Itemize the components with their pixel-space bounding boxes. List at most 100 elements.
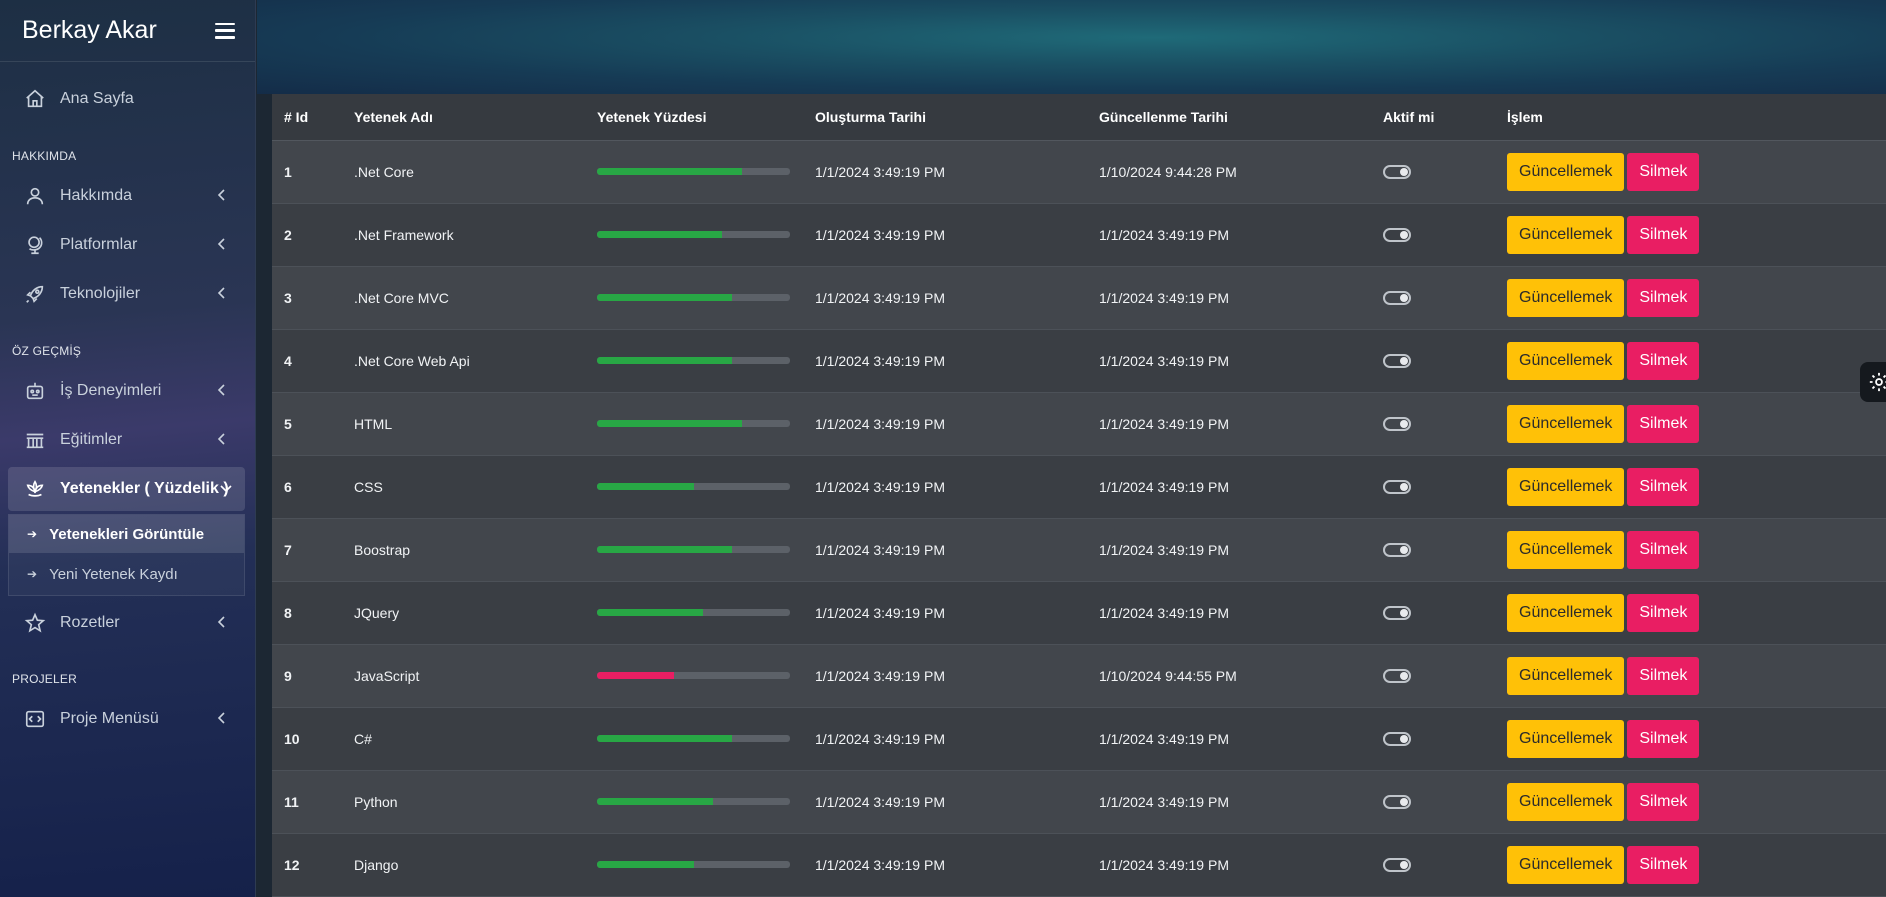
cell-created: 1/1/2024 3:49:19 PM — [815, 415, 945, 432]
delete-button[interactable]: Silmek — [1627, 845, 1700, 884]
cell-percent — [597, 455, 815, 518]
sidebar-item-about[interactable]: Hakkımda — [8, 174, 245, 218]
sidebar-item-platforms[interactable]: Platformlar — [8, 223, 245, 267]
active-toggle[interactable] — [1383, 857, 1411, 872]
section-title-projects: PROJELER — [12, 672, 77, 686]
delete-button[interactable]: Silmek — [1627, 467, 1700, 506]
cell-created: 1/1/2024 3:49:19 PM — [815, 856, 945, 873]
delete-button[interactable]: Silmek — [1627, 719, 1700, 758]
sidebar-item-experience[interactable]: İş Deneyimleri — [8, 369, 245, 413]
cell-action: Güncellemek Silmek — [1507, 707, 1886, 770]
sidebar-item-technologies[interactable]: Teknolojiler — [8, 272, 245, 316]
sidebar-item-project-menu[interactable]: Proje Menüsü — [8, 697, 245, 741]
column-header-percent[interactable]: Yetenek Yüzdesi — [597, 94, 815, 141]
update-button[interactable]: Güncellemek — [1507, 278, 1625, 317]
update-button[interactable]: Güncellemek — [1507, 530, 1625, 569]
submenu-item-view-skills[interactable]: ➔ Yetenekleri Görüntüle — [9, 515, 244, 553]
update-button[interactable]: Güncellemek — [1507, 341, 1625, 380]
cell-name: .Net Core — [354, 163, 414, 180]
cell-id: 3 — [284, 289, 292, 306]
cell-active — [1383, 644, 1507, 707]
cell-name: CSS — [354, 478, 383, 495]
hamburger-menu-icon[interactable] — [215, 22, 235, 39]
update-button[interactable]: Güncellemek — [1507, 845, 1625, 884]
update-button[interactable]: Güncellemek — [1507, 404, 1625, 443]
column-header-id[interactable]: # Id — [272, 94, 354, 141]
update-button[interactable]: Güncellemek — [1507, 467, 1625, 506]
active-toggle[interactable] — [1383, 605, 1411, 620]
active-toggle[interactable] — [1383, 668, 1411, 683]
delete-button[interactable]: Silmek — [1627, 656, 1700, 695]
column-header-updated[interactable]: Güncellenme Tarihi — [1099, 94, 1383, 141]
toggle-knob — [1400, 230, 1408, 239]
column-header-created[interactable]: Oluşturma Tarihi — [815, 94, 1099, 141]
code-window-icon — [22, 706, 48, 732]
user-icon — [22, 183, 48, 209]
delete-button[interactable]: Silmek — [1627, 215, 1700, 254]
table-row: 2 .Net Framework 1/1/2024 3:49:19 PM 1/1/20… — [272, 203, 1886, 266]
cell-action: Güncellemek Silmek — [1507, 833, 1886, 896]
section-title-cv: ÖZ GEÇMİŞ — [12, 344, 82, 358]
active-toggle[interactable] — [1383, 164, 1411, 179]
cell-id: 6 — [284, 478, 292, 495]
table-header-row: # Id Yetenek Adı Yetenek Yüzdesi Oluştur… — [272, 94, 1886, 141]
update-button[interactable]: Güncellemek — [1507, 782, 1625, 821]
cell-created: 1/1/2024 3:49:19 PM — [815, 667, 945, 684]
cell-name: JavaScript — [354, 667, 420, 684]
update-button[interactable]: Güncellemek — [1507, 656, 1625, 695]
home-icon — [22, 86, 48, 112]
delete-button[interactable]: Silmek — [1627, 593, 1700, 632]
cell-name: JQuery — [354, 604, 400, 621]
cell-name: Django — [354, 856, 399, 873]
delete-button[interactable]: Silmek — [1627, 341, 1700, 380]
sidebar: Berkay Akar Ana Sayfa HAKKIMDA Hakkımda … — [0, 0, 256, 897]
cell-id: 11 — [284, 793, 299, 810]
sidebar-item-label: Platformlar — [60, 236, 138, 253]
update-button[interactable]: Güncellemek — [1507, 215, 1625, 254]
active-toggle[interactable] — [1383, 416, 1411, 431]
active-toggle[interactable] — [1383, 731, 1411, 746]
active-toggle[interactable] — [1383, 794, 1411, 809]
sidebar-item-education[interactable]: Eğitimler — [8, 418, 245, 462]
cell-percent — [597, 833, 815, 896]
active-toggle[interactable] — [1383, 227, 1411, 242]
sidebar-item-home[interactable]: Ana Sayfa — [8, 77, 245, 121]
column-header-active[interactable]: Aktif mi — [1383, 94, 1507, 141]
delete-button[interactable]: Silmek — [1627, 278, 1700, 317]
cell-percent — [597, 770, 815, 833]
building-icon — [22, 427, 48, 453]
active-toggle[interactable] — [1383, 479, 1411, 494]
sidebar-item-badges[interactable]: Rozetler — [8, 601, 245, 645]
sidebar-item-label: İş Deneyimleri — [60, 382, 162, 399]
sidebar-item-label: Teknolojiler — [60, 285, 141, 302]
cell-percent — [597, 707, 815, 770]
cell-name: Boostrap — [354, 541, 411, 558]
active-toggle[interactable] — [1383, 290, 1411, 305]
active-toggle[interactable] — [1383, 542, 1411, 557]
column-header-name[interactable]: Yetenek Adı — [354, 94, 597, 141]
delete-button[interactable]: Silmek — [1627, 152, 1700, 191]
table-row: 4 .Net Core Web Api 1/1/2024 3:49:19 PM 1/1… — [272, 329, 1886, 392]
brand-title[interactable]: Berkay Akar — [22, 16, 157, 45]
settings-button[interactable] — [1860, 362, 1886, 402]
cell-created: 1/1/2024 3:49:19 PM — [815, 478, 945, 495]
delete-button[interactable]: Silmek — [1627, 782, 1700, 821]
gear-icon — [1869, 372, 1886, 392]
cell-action: Güncellemek Silmek — [1507, 644, 1886, 707]
toggle-knob — [1400, 482, 1408, 491]
table-row: 8 JQuery 1/1/2024 3:49:19 PM 1/1/2024 3:49:… — [272, 581, 1886, 644]
cell-percent — [597, 203, 815, 266]
cell-active — [1383, 833, 1507, 896]
progress-fill — [597, 735, 733, 742]
submenu-item-new-skill[interactable]: ➔ Yeni Yetenek Kaydı — [9, 555, 244, 593]
cell-updated: 1/10/2024 9:44:55 PM — [1099, 667, 1237, 684]
delete-button[interactable]: Silmek — [1627, 530, 1700, 569]
delete-button[interactable]: Silmek — [1627, 404, 1700, 443]
active-toggle[interactable] — [1383, 353, 1411, 368]
progress-bar — [597, 231, 790, 238]
cell-action: Güncellemek Silmek — [1507, 518, 1886, 581]
update-button[interactable]: Güncellemek — [1507, 593, 1625, 632]
sidebar-item-skills[interactable]: Yetenekler ( Yüzdelik ) — [8, 467, 245, 511]
update-button[interactable]: Güncellemek — [1507, 152, 1625, 191]
update-button[interactable]: Güncellemek — [1507, 719, 1625, 758]
